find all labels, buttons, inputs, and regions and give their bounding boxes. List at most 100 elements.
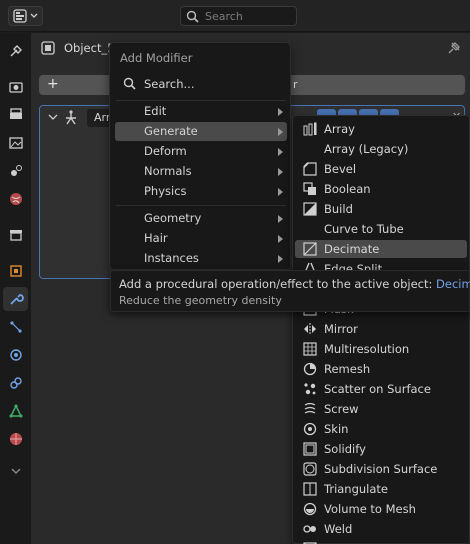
render-tab[interactable] (3, 75, 28, 99)
modifier-drag-icon[interactable] (62, 109, 80, 127)
output-icon (9, 108, 22, 119)
generate-item-label: Subdivision Surface (324, 462, 438, 476)
generate-item-label: Weld (324, 522, 353, 536)
menu-item-label: Hair (144, 231, 168, 245)
submenu-arrow-icon (278, 148, 283, 156)
menu-item-generate[interactable]: Generate (115, 122, 287, 141)
properties-search[interactable]: Search (180, 6, 297, 26)
material-icon (9, 433, 22, 445)
world-tab[interactable] (3, 187, 28, 211)
generate-item-remesh[interactable]: Remesh (295, 360, 467, 378)
object-tab[interactable] (3, 259, 28, 283)
generate-item-triangulate[interactable]: Triangulate (295, 480, 467, 498)
wrench-icon (9, 294, 24, 305)
menu-item-label: Deform (144, 144, 187, 158)
generate-item-label: Bevel (324, 162, 357, 176)
generate-item-scatter-on-surface[interactable]: Scatter on Surface (295, 380, 467, 398)
tooltip-description: Add a procedural operation/effect to the… (119, 277, 470, 291)
generate-item-array-legacy[interactable]: Array (Legacy) (295, 140, 467, 158)
submenu-arrow-icon (278, 235, 283, 243)
submenu-arrow-icon (278, 108, 283, 116)
menu-item-instances[interactable]: Instances (115, 249, 287, 268)
generate-item-label: Mirror (324, 322, 358, 336)
data-tab[interactable] (3, 399, 28, 423)
add-modifier-label-fragment: r (293, 78, 298, 91)
generate-item-weld[interactable]: Weld (295, 520, 467, 538)
object-name: Object_5 (64, 41, 115, 55)
triangulate-icon (303, 482, 317, 496)
collection-tab[interactable] (3, 223, 28, 247)
chevron-down-icon[interactable] (48, 112, 58, 122)
generate-item-boolean[interactable]: Boolean (295, 180, 467, 198)
particles-tab[interactable] (3, 315, 28, 339)
menu-item-normals[interactable]: Normals (115, 162, 287, 181)
submenu-arrow-icon (278, 188, 283, 196)
more-tabs[interactable] (3, 459, 28, 483)
generate-item-screw[interactable]: Screw (295, 400, 467, 418)
generate-item-label: Array (Legacy) (324, 142, 409, 156)
pin-icon[interactable] (447, 41, 461, 55)
remesh-icon (303, 362, 317, 376)
tooltip-detail: Reduce the geometry density (119, 294, 282, 307)
collection-icon (9, 230, 22, 241)
generate-item-mirror[interactable]: Mirror (295, 320, 467, 338)
generate-item-label: Boolean (324, 182, 371, 196)
skin-icon (303, 422, 317, 436)
generate-item-label: Solidify (324, 442, 366, 456)
generate-item-label: Build (324, 202, 353, 216)
generate-item-label: Volume to Mesh (324, 502, 416, 516)
view-layer-icon (8, 137, 23, 149)
view-layer-tab[interactable] (3, 131, 28, 155)
generate-item-volume-to-mesh[interactable]: Volume to Mesh (295, 500, 467, 518)
menu-item-label: Physics (144, 184, 187, 198)
modifier-tab[interactable] (3, 287, 28, 311)
menu-item-physics[interactable]: Physics (115, 182, 287, 201)
chevron-down-icon (11, 468, 20, 474)
generate-item-skin[interactable]: Skin (295, 420, 467, 438)
menu-title: Add Modifier (120, 51, 193, 65)
array-icon (303, 122, 317, 136)
generate-item-wireframe[interactable]: Wireframe (295, 540, 467, 544)
tool-tab[interactable] (3, 39, 28, 63)
generate-item-subdivision-surface[interactable]: Subdivision Surface (295, 460, 467, 478)
solidify-icon (303, 442, 317, 456)
generate-item-array[interactable]: Array (295, 120, 467, 138)
tool-icon (10, 45, 22, 57)
properties-tabs (0, 33, 31, 544)
editor-type-dropdown[interactable] (8, 6, 43, 26)
generate-item-solidify[interactable]: Solidify (295, 440, 467, 458)
properties-editor-icon (13, 9, 38, 23)
plus-icon: + (47, 76, 59, 92)
constraints-tab[interactable] (3, 371, 28, 395)
render-icon (8, 82, 23, 93)
menu-item-deform[interactable]: Deform (115, 142, 287, 161)
menu-item-edit[interactable]: Edit (115, 102, 287, 121)
generate-item-label: Remesh (324, 362, 371, 376)
submenu-arrow-icon (278, 128, 283, 136)
world-icon (9, 193, 22, 205)
menu-item-label: Instances (144, 251, 199, 265)
output-tab[interactable] (3, 103, 28, 127)
object-icon (9, 265, 22, 277)
bevel-icon (303, 162, 317, 176)
generate-item-label: Triangulate (324, 482, 389, 496)
generate-item-build[interactable]: Build (295, 200, 467, 218)
menu-item-hair[interactable]: Hair (115, 229, 287, 248)
generate-item-decimate[interactable]: Decimate (295, 240, 467, 258)
multiresolution-icon (303, 342, 317, 356)
physics-tab[interactable] (3, 343, 28, 367)
generate-item-bevel[interactable]: Bevel (295, 160, 467, 178)
tooltip-operator-name: Decimate (436, 277, 470, 291)
weld-icon (303, 525, 316, 533)
menu-item-label: Generate (144, 124, 198, 138)
tooltip-prefix: Add a procedural operation/effect to the… (119, 277, 437, 291)
boolean-icon (303, 182, 316, 195)
scene-tab[interactable] (3, 159, 28, 183)
generate-item-label: Multiresolution (324, 342, 410, 356)
menu-search[interactable]: Search... (116, 73, 286, 95)
menu-item-geometry[interactable]: Geometry (115, 209, 287, 228)
generate-item-multiresolution[interactable]: Multiresolution (295, 340, 467, 358)
generate-item-curve-to-tube[interactable]: Curve to Tube (295, 220, 467, 238)
menu-separator (116, 100, 286, 101)
material-tab[interactable] (3, 427, 28, 451)
